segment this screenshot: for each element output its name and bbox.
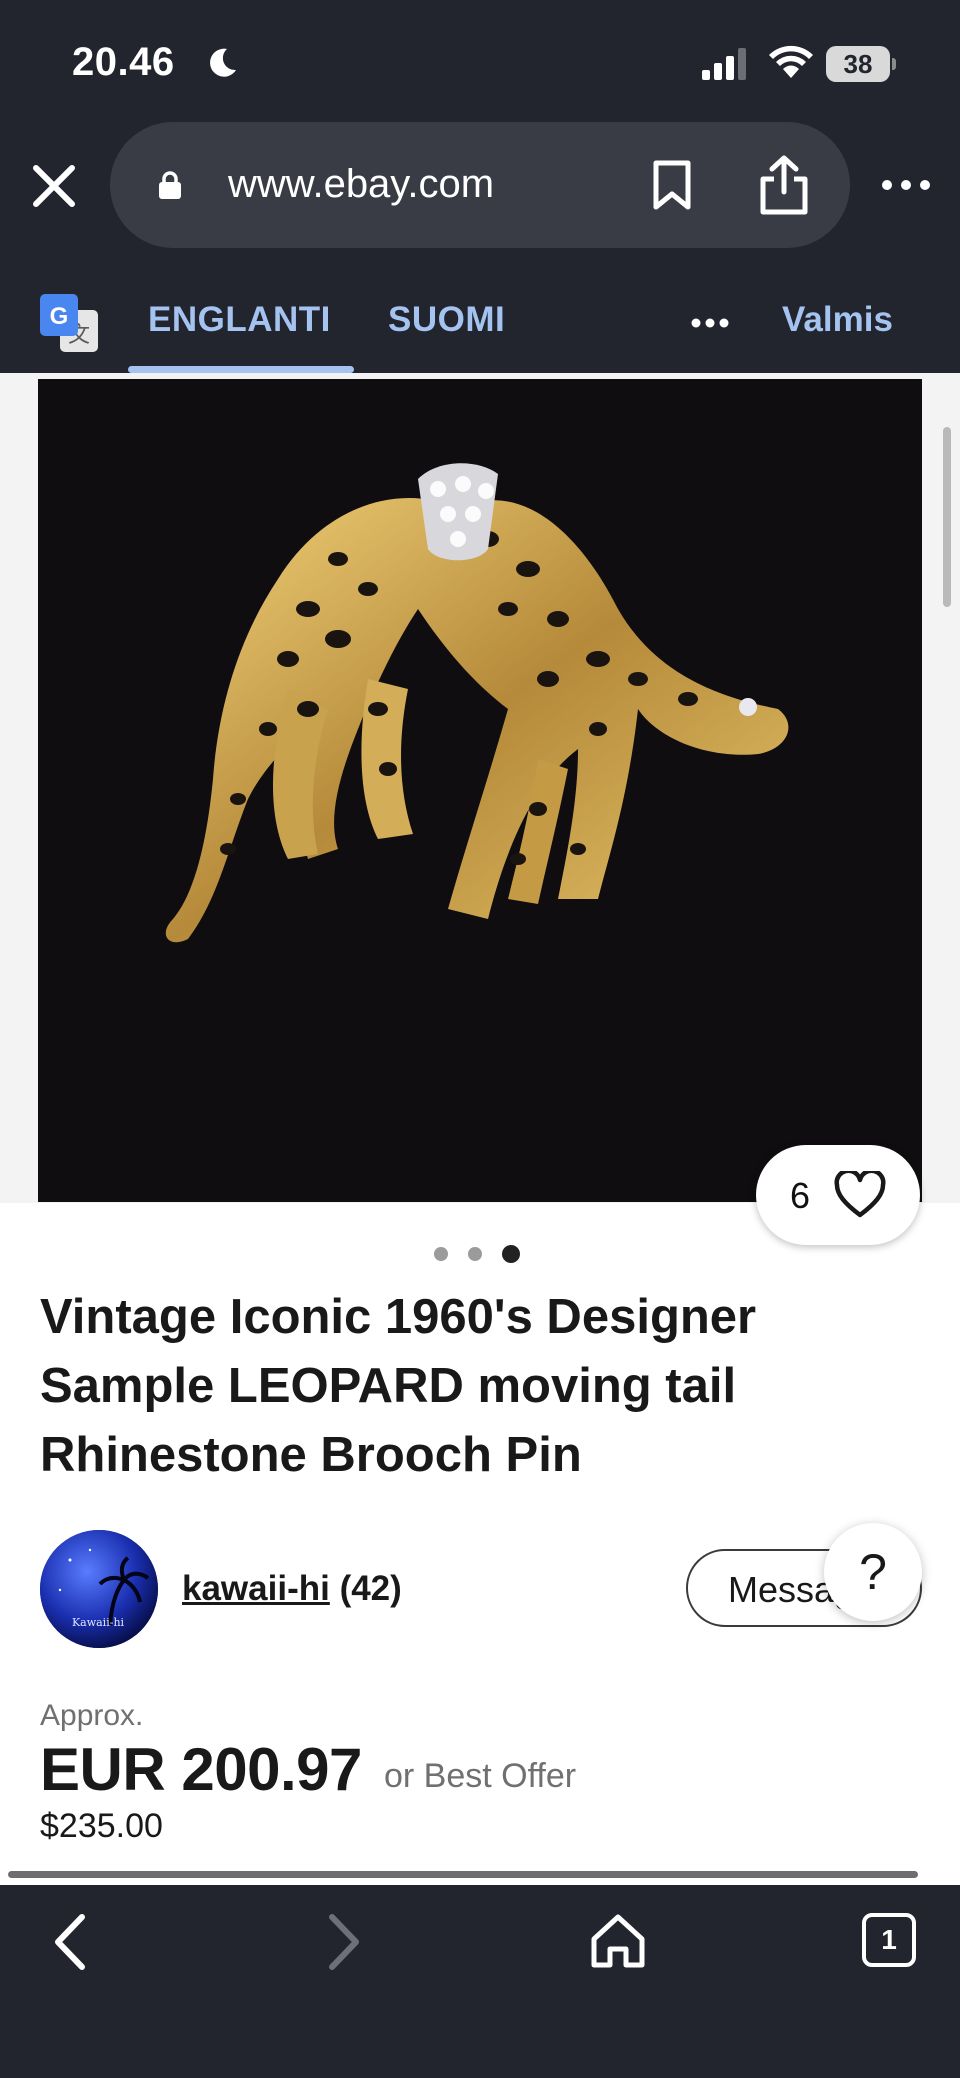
url-row: www.ebay.com	[0, 120, 960, 250]
battery-tip	[892, 58, 896, 70]
best-offer-label: or Best Offer	[384, 1757, 577, 1795]
home-icon[interactable]	[588, 1911, 648, 1971]
url-text[interactable]: www.ebay.com	[228, 162, 494, 207]
seller-info: kawaii-hi (42)	[182, 1569, 402, 1609]
translate-bar: 文 G ENGLANTI SUOMI Valmis	[0, 250, 960, 373]
bookmark-icon[interactable]	[650, 160, 694, 210]
watch-button[interactable]: 6	[756, 1145, 920, 1245]
more-options-icon[interactable]	[878, 170, 934, 200]
battery-level: 38	[826, 46, 890, 82]
active-tab-indicator	[128, 366, 354, 373]
pagination-dot[interactable]	[468, 1247, 482, 1261]
status-time: 20.46	[72, 40, 175, 84]
watch-count: 6	[790, 1175, 811, 1216]
back-icon[interactable]	[48, 1909, 92, 1975]
image-pagination	[432, 1243, 532, 1263]
tab-target-language[interactable]: SUOMI	[388, 300, 505, 340]
pagination-dot[interactable]	[434, 1247, 448, 1261]
page-scrollbar[interactable]	[943, 427, 951, 607]
share-icon[interactable]	[758, 154, 810, 216]
moon-icon	[210, 48, 236, 77]
heart-icon	[834, 1171, 886, 1218]
svg-text:G: G	[50, 303, 69, 330]
product-image[interactable]	[38, 379, 922, 1202]
original-price: $235.00	[40, 1807, 163, 1845]
seller-name-link[interactable]: kawaii-hi	[182, 1569, 330, 1608]
listing-page: 6 Vintage Iconic 1960's Designer Sample …	[0, 373, 960, 1885]
forward-icon[interactable]	[322, 1909, 366, 1975]
page-load-indicator	[8, 1871, 918, 1878]
close-icon[interactable]	[26, 158, 82, 214]
seller-feedback-count: (42)	[339, 1569, 402, 1608]
google-translate-icon[interactable]: 文 G	[40, 294, 98, 352]
battery-indicator: 38	[826, 46, 896, 82]
leopard-brooch-illustration	[165, 463, 789, 943]
svg-text:Kawaii-hi: Kawaii-hi	[72, 1616, 125, 1629]
image-gallery[interactable]	[0, 373, 960, 1203]
done-button[interactable]: Valmis	[782, 300, 893, 340]
avatar-image: Kawaii-hi	[40, 1530, 158, 1648]
tab-source-language[interactable]: ENGLANTI	[148, 300, 331, 340]
browser-bottom-toolbar: 1	[0, 1885, 960, 2078]
approx-label: Approx.	[40, 1699, 144, 1732]
pagination-dot-active[interactable]	[502, 1245, 520, 1263]
seller-avatar[interactable]: Kawaii-hi	[40, 1530, 158, 1648]
browser-top-chrome: 20.46 38 www.ebay.com 文 G ENGLANTI SUOMI…	[0, 0, 960, 373]
listing-title: Vintage Iconic 1960's Designer Sample LE…	[40, 1290, 757, 1482]
help-button[interactable]: ?	[824, 1523, 922, 1621]
cellular-signal-icon	[702, 48, 746, 80]
converted-price: EUR 200.97	[40, 1736, 362, 1803]
wifi-icon	[769, 45, 813, 78]
address-bar[interactable]: www.ebay.com	[110, 122, 850, 248]
status-bar: 20.46 38	[0, 0, 960, 120]
lock-icon	[159, 171, 181, 199]
translate-more-icon[interactable]	[690, 316, 730, 330]
tabs-button[interactable]: 1	[862, 1913, 916, 1967]
